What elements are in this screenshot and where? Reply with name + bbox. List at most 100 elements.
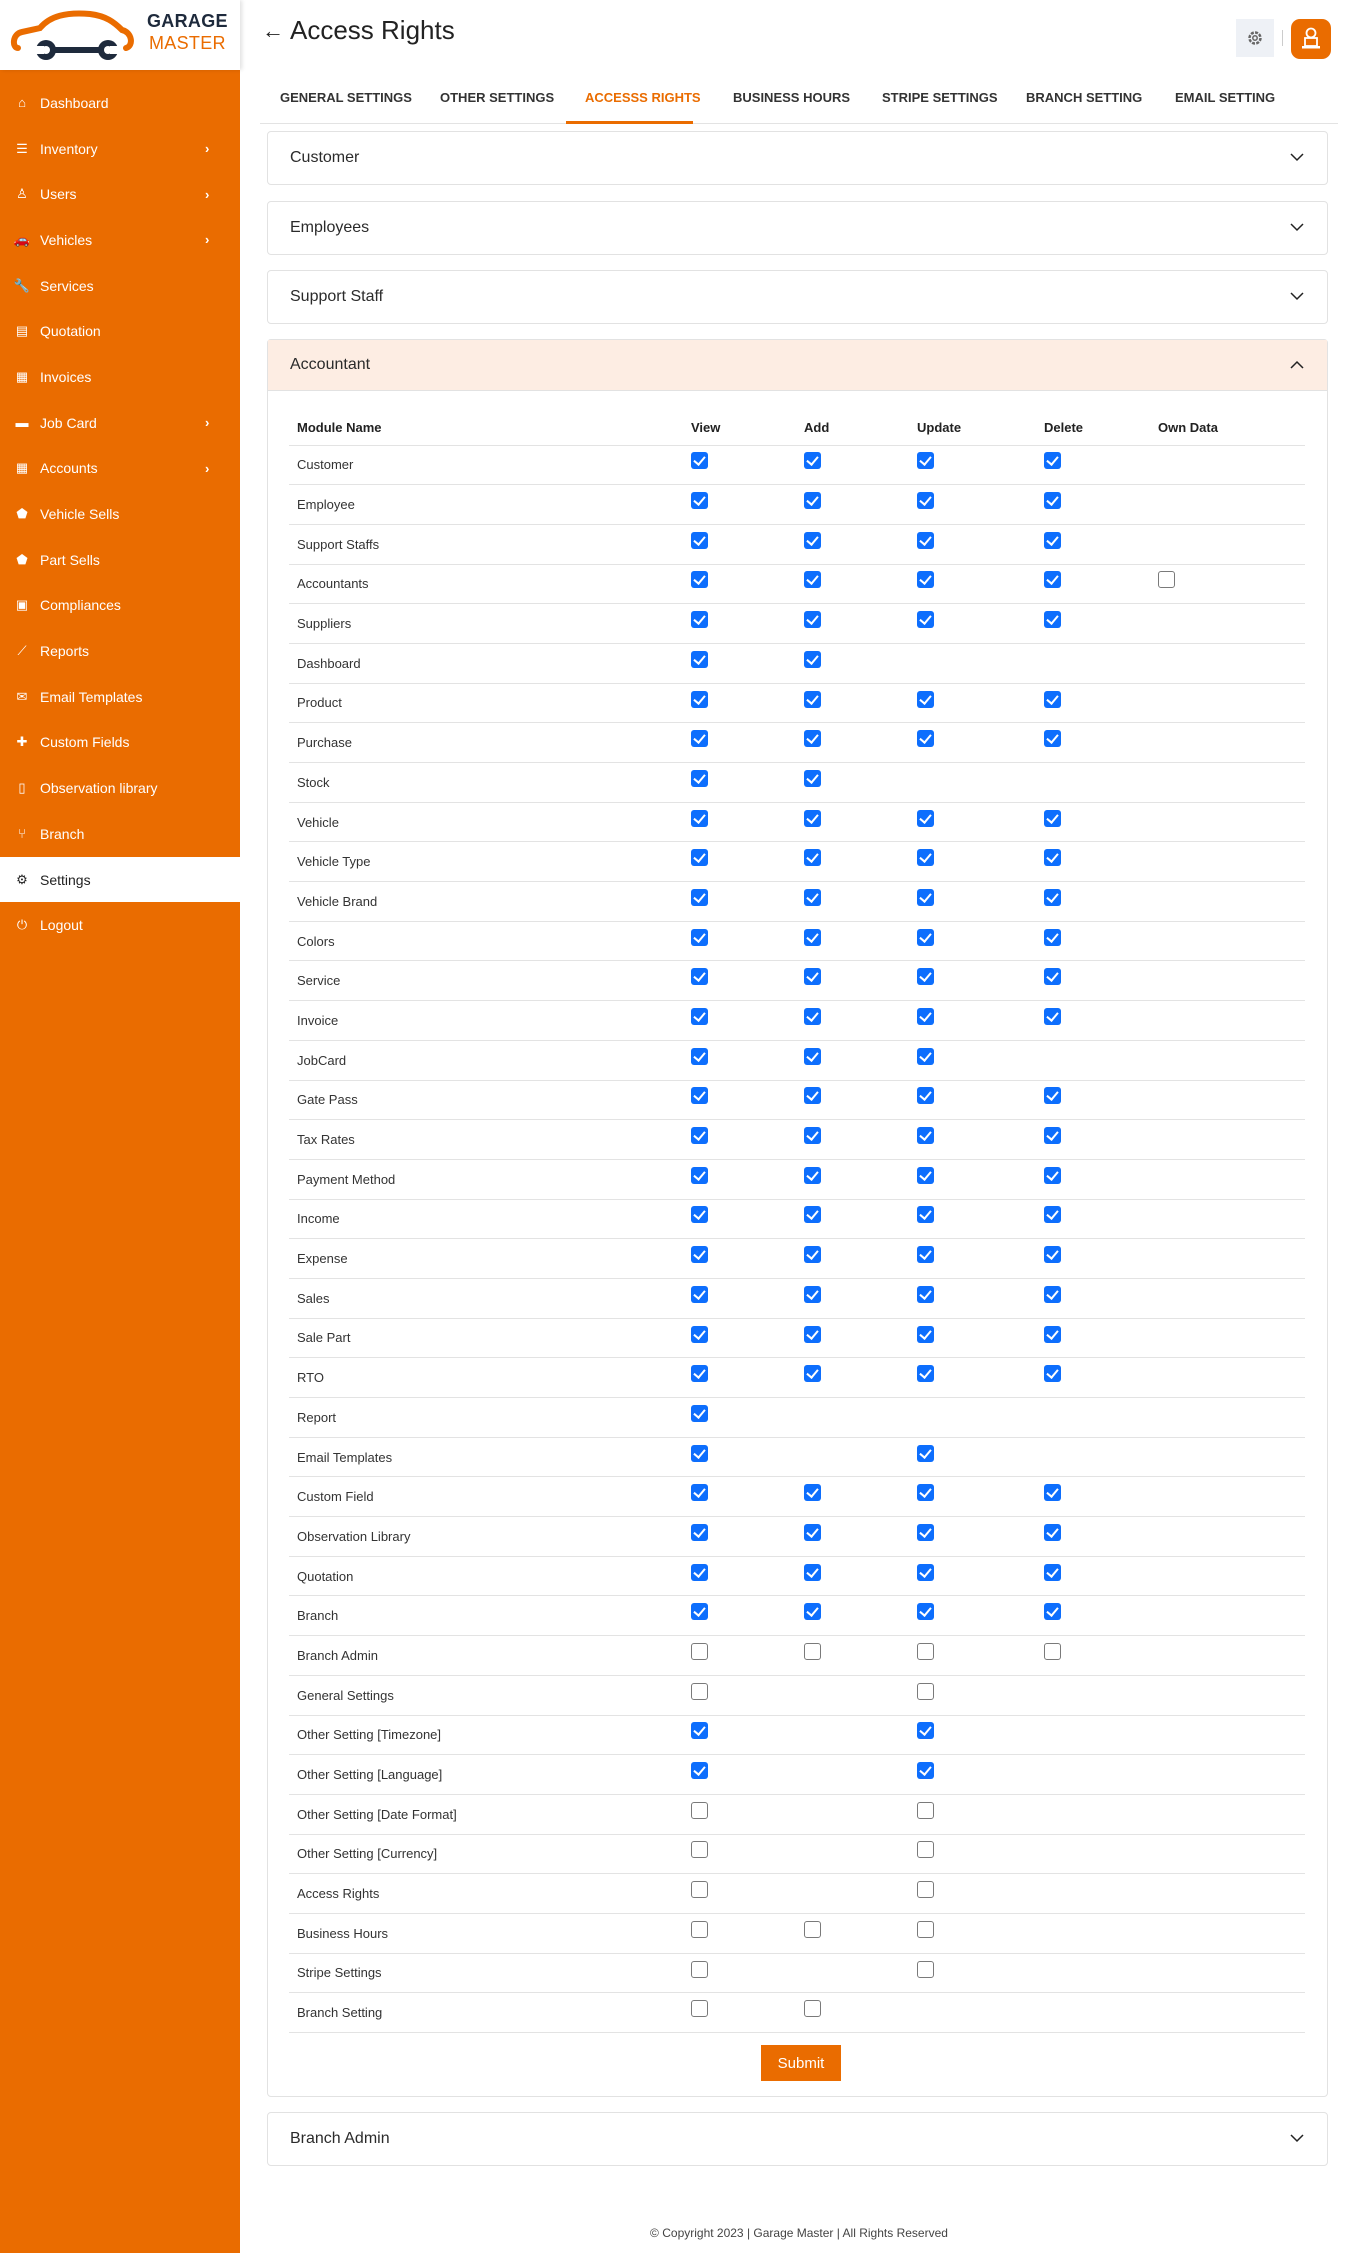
tab-email-setting[interactable]: EMAIL SETTING	[1175, 90, 1275, 105]
add-checkbox[interactable]	[804, 650, 821, 668]
user-avatar-button[interactable]	[1291, 19, 1331, 59]
add-checkbox[interactable]	[804, 1047, 821, 1065]
update-checkbox[interactable]	[917, 730, 934, 748]
add-checkbox[interactable]	[804, 531, 821, 549]
view-checkbox[interactable]	[691, 1960, 708, 1978]
view-checkbox[interactable]	[691, 1841, 708, 1859]
update-checkbox[interactable]	[917, 928, 934, 946]
settings-button[interactable]	[1236, 19, 1274, 57]
update-checkbox[interactable]	[917, 1365, 934, 1383]
sidebar-item-accounts[interactable]: ▦ Accounts ›	[0, 446, 240, 492]
sidebar-item-quotation[interactable]: ▤ Quotation	[0, 308, 240, 354]
delete-checkbox[interactable]	[1044, 1087, 1061, 1105]
add-checkbox[interactable]	[804, 1285, 821, 1303]
update-checkbox[interactable]	[917, 1762, 934, 1780]
delete-checkbox[interactable]	[1044, 928, 1061, 946]
add-checkbox[interactable]	[804, 849, 821, 867]
add-checkbox[interactable]	[804, 888, 821, 906]
delete-checkbox[interactable]	[1044, 849, 1061, 867]
add-checkbox[interactable]	[804, 769, 821, 787]
sidebar-item-users[interactable]: ♙ Users ›	[0, 171, 240, 217]
sidebar-item-vehicles[interactable]: 🚗 Vehicles ›	[0, 217, 240, 263]
delete-checkbox[interactable]	[1044, 492, 1061, 510]
update-checkbox[interactable]	[917, 1325, 934, 1343]
delete-checkbox[interactable]	[1044, 690, 1061, 708]
own-checkbox[interactable]	[1158, 571, 1175, 589]
update-checkbox[interactable]	[917, 888, 934, 906]
sidebar-item-vehicle-sells[interactable]: ⬟ Vehicle Sells	[0, 491, 240, 537]
tab-access-rights[interactable]: ACCESSS RIGHTS	[585, 90, 701, 105]
update-checkbox[interactable]	[917, 1008, 934, 1025]
accordion-header-accountant[interactable]: Accountant	[268, 340, 1327, 391]
view-checkbox[interactable]	[691, 611, 708, 629]
add-checkbox[interactable]	[804, 730, 821, 748]
delete-checkbox[interactable]	[1044, 1166, 1061, 1184]
sidebar-item-observation-library[interactable]: ▯ Observation library	[0, 765, 240, 811]
view-checkbox[interactable]	[691, 1325, 708, 1343]
update-checkbox[interactable]	[917, 1444, 934, 1462]
sidebar-item-job-card[interactable]: ▬ Job Card ›	[0, 400, 240, 446]
delete-checkbox[interactable]	[1044, 1127, 1061, 1145]
update-checkbox[interactable]	[917, 809, 934, 827]
view-checkbox[interactable]	[691, 690, 708, 708]
view-checkbox[interactable]	[691, 888, 708, 906]
view-checkbox[interactable]	[691, 2000, 708, 2018]
add-checkbox[interactable]	[804, 1008, 821, 1025]
add-checkbox[interactable]	[804, 1365, 821, 1383]
view-checkbox[interactable]	[691, 1404, 708, 1422]
add-checkbox[interactable]	[804, 492, 821, 510]
view-checkbox[interactable]	[691, 928, 708, 946]
view-checkbox[interactable]	[691, 1563, 708, 1581]
delete-checkbox[interactable]	[1044, 1484, 1061, 1502]
view-checkbox[interactable]	[691, 1206, 708, 1224]
add-checkbox[interactable]	[804, 2000, 821, 2018]
view-checkbox[interactable]	[691, 1008, 708, 1025]
sidebar-item-inventory[interactable]: ☰ Inventory ›	[0, 126, 240, 172]
delete-checkbox[interactable]	[1044, 452, 1061, 470]
update-checkbox[interactable]	[917, 1960, 934, 1978]
sidebar-item-services[interactable]: 🔧 Services	[0, 263, 240, 309]
view-checkbox[interactable]	[691, 1603, 708, 1621]
update-checkbox[interactable]	[917, 1603, 934, 1621]
add-checkbox[interactable]	[804, 809, 821, 827]
delete-checkbox[interactable]	[1044, 1523, 1061, 1541]
delete-checkbox[interactable]	[1044, 730, 1061, 748]
update-checkbox[interactable]	[917, 1920, 934, 1938]
add-checkbox[interactable]	[804, 1166, 821, 1184]
add-checkbox[interactable]	[804, 1603, 821, 1621]
update-checkbox[interactable]	[917, 1643, 934, 1660]
update-checkbox[interactable]	[917, 1087, 934, 1105]
delete-checkbox[interactable]	[1044, 611, 1061, 629]
view-checkbox[interactable]	[691, 1643, 708, 1660]
update-checkbox[interactable]	[917, 1722, 934, 1740]
arrow-left-icon[interactable]: ←	[262, 18, 284, 44]
delete-checkbox[interactable]	[1044, 1643, 1061, 1660]
view-checkbox[interactable]	[691, 1166, 708, 1184]
view-checkbox[interactable]	[691, 769, 708, 787]
sidebar-item-reports[interactable]: ⟋ Reports	[0, 628, 240, 674]
update-checkbox[interactable]	[917, 611, 934, 629]
view-checkbox[interactable]	[691, 1444, 708, 1462]
add-checkbox[interactable]	[804, 1484, 821, 1502]
view-checkbox[interactable]	[691, 1801, 708, 1819]
view-checkbox[interactable]	[691, 1920, 708, 1938]
delete-checkbox[interactable]	[1044, 1325, 1061, 1343]
accordion-header-support-staff[interactable]: Support Staff	[268, 271, 1327, 323]
view-checkbox[interactable]	[691, 1762, 708, 1780]
view-checkbox[interactable]	[691, 1881, 708, 1899]
sidebar-item-email-templates[interactable]: ✉ Email Templates	[0, 674, 240, 720]
add-checkbox[interactable]	[804, 928, 821, 946]
add-checkbox[interactable]	[804, 1246, 821, 1264]
update-checkbox[interactable]	[917, 531, 934, 549]
sidebar-item-logout[interactable]: ⏻ Logout	[0, 902, 240, 948]
view-checkbox[interactable]	[691, 1365, 708, 1383]
delete-checkbox[interactable]	[1044, 1246, 1061, 1264]
add-checkbox[interactable]	[804, 1563, 821, 1581]
add-checkbox[interactable]	[804, 1523, 821, 1541]
update-checkbox[interactable]	[917, 690, 934, 708]
update-checkbox[interactable]	[917, 492, 934, 510]
delete-checkbox[interactable]	[1044, 1285, 1061, 1303]
view-checkbox[interactable]	[691, 1047, 708, 1065]
sidebar-item-branch[interactable]: ⑂ Branch	[0, 811, 240, 857]
add-checkbox[interactable]	[804, 690, 821, 708]
